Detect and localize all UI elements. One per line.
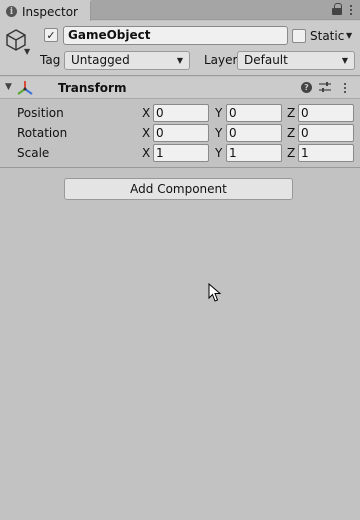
checkmark-icon: ✓ (46, 28, 56, 42)
row-label: Position (17, 106, 64, 120)
tab-tools (332, 3, 352, 15)
layer-value: Default (244, 53, 288, 67)
help-icon[interactable]: ? (301, 82, 312, 93)
rotation-x-field[interactable]: 0 (153, 124, 209, 142)
axis-label-z: Z (287, 146, 296, 160)
tag-label: Tag (40, 53, 61, 67)
static-label: Static (310, 29, 345, 43)
axis-label-x: X (142, 106, 151, 120)
component-title: Transform (58, 81, 127, 95)
rotation-y-field[interactable]: 0 (226, 124, 282, 142)
gameobject-header: ▼ ✓ GameObject Static ▼ Tag Untagged ▼ L… (0, 21, 360, 76)
dropdown-arrow-icon[interactable]: ▼ (24, 47, 30, 56)
component-divider (0, 167, 360, 168)
row-label: Scale (17, 146, 50, 160)
position-z-field[interactable]: 0 (298, 104, 354, 122)
axis-label-z: Z (287, 126, 296, 140)
axis-label-x: X (142, 126, 151, 140)
layer-label: Layer (204, 53, 238, 67)
info-icon: i (6, 6, 17, 17)
tab-bar: i Inspector (0, 0, 360, 21)
chevron-down-icon: ▼ (176, 56, 183, 65)
axis-label-y: Y (215, 106, 223, 120)
position-row: Position X 0 Y 0 Z 0 (0, 104, 360, 122)
position-y-field[interactable]: 0 (226, 104, 282, 122)
mouse-cursor-icon (208, 283, 222, 302)
rotation-row: Rotation X 0 Y 0 Z 0 (0, 124, 360, 142)
kebab-menu-icon[interactable] (350, 4, 352, 15)
layer-dropdown[interactable]: Default ▼ (237, 51, 355, 70)
scale-row: Scale X 1 Y 1 Z 1 (0, 144, 360, 162)
scale-z-field[interactable]: 1 (298, 144, 354, 162)
tag-dropdown[interactable]: Untagged ▼ (64, 51, 190, 70)
object-name-field[interactable]: GameObject (63, 26, 288, 45)
tag-value: Untagged (71, 53, 130, 67)
transform-icon (17, 81, 33, 95)
lock-icon[interactable] (332, 3, 342, 15)
transform-header[interactable]: ▼ Transform ? (0, 77, 360, 99)
rotation-z-field[interactable]: 0 (298, 124, 354, 142)
tab-label: Inspector (22, 4, 78, 19)
active-checkbox[interactable]: ✓ (44, 28, 58, 42)
presets-icon[interactable] (319, 82, 331, 93)
axis-label-z: Z (287, 106, 296, 120)
axis-label-x: X (142, 146, 151, 160)
axis-label-y: Y (215, 126, 223, 140)
position-x-field[interactable]: 0 (153, 104, 209, 122)
axis-label-y: Y (215, 146, 223, 160)
static-dropdown-arrow-icon[interactable]: ▼ (346, 31, 352, 40)
kebab-menu-icon[interactable] (344, 82, 346, 93)
row-label: Rotation (17, 126, 68, 140)
tab-inspector[interactable]: i Inspector (0, 0, 91, 21)
static-checkbox[interactable] (292, 29, 306, 43)
add-component-button[interactable]: Add Component (64, 178, 293, 200)
chevron-down-icon: ▼ (341, 56, 348, 65)
scale-y-field[interactable]: 1 (226, 144, 282, 162)
scale-x-field[interactable]: 1 (153, 144, 209, 162)
foldout-arrow-icon[interactable]: ▼ (5, 82, 12, 92)
